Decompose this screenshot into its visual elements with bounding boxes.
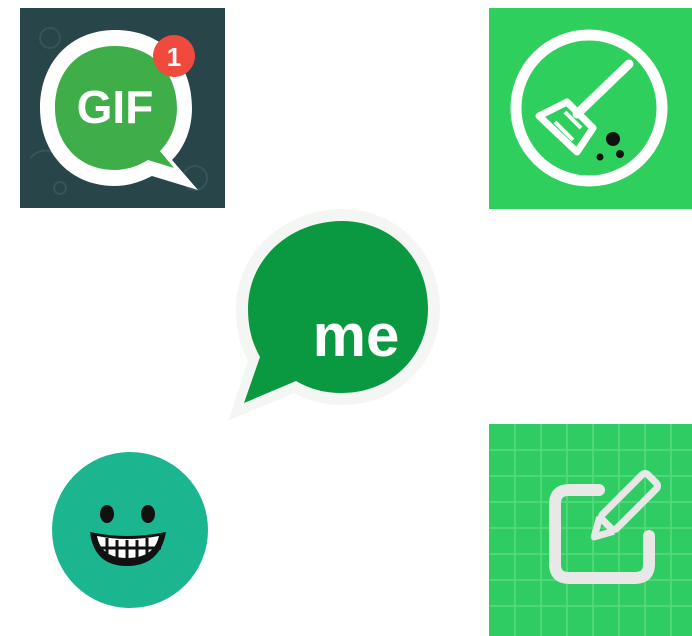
me-label: me (313, 302, 400, 369)
me-chat-bubble-icon: me (228, 209, 440, 421)
grinning-face-icon (52, 452, 208, 608)
edit-note-icon (489, 424, 692, 636)
gif-label: GIF (77, 81, 154, 133)
cleaner-app-icon[interactable] (489, 8, 692, 209)
notes-app-icon[interactable] (489, 424, 692, 636)
gif-chat-icon: GIF 1 (20, 8, 225, 208)
gif-app-icon[interactable]: GIF 1 (20, 8, 225, 208)
me-app-icon[interactable]: me (226, 205, 448, 431)
badge-count: 1 (167, 42, 181, 72)
emoji-app-icon[interactable] (50, 452, 211, 609)
broom-cleaner-icon (489, 8, 692, 209)
